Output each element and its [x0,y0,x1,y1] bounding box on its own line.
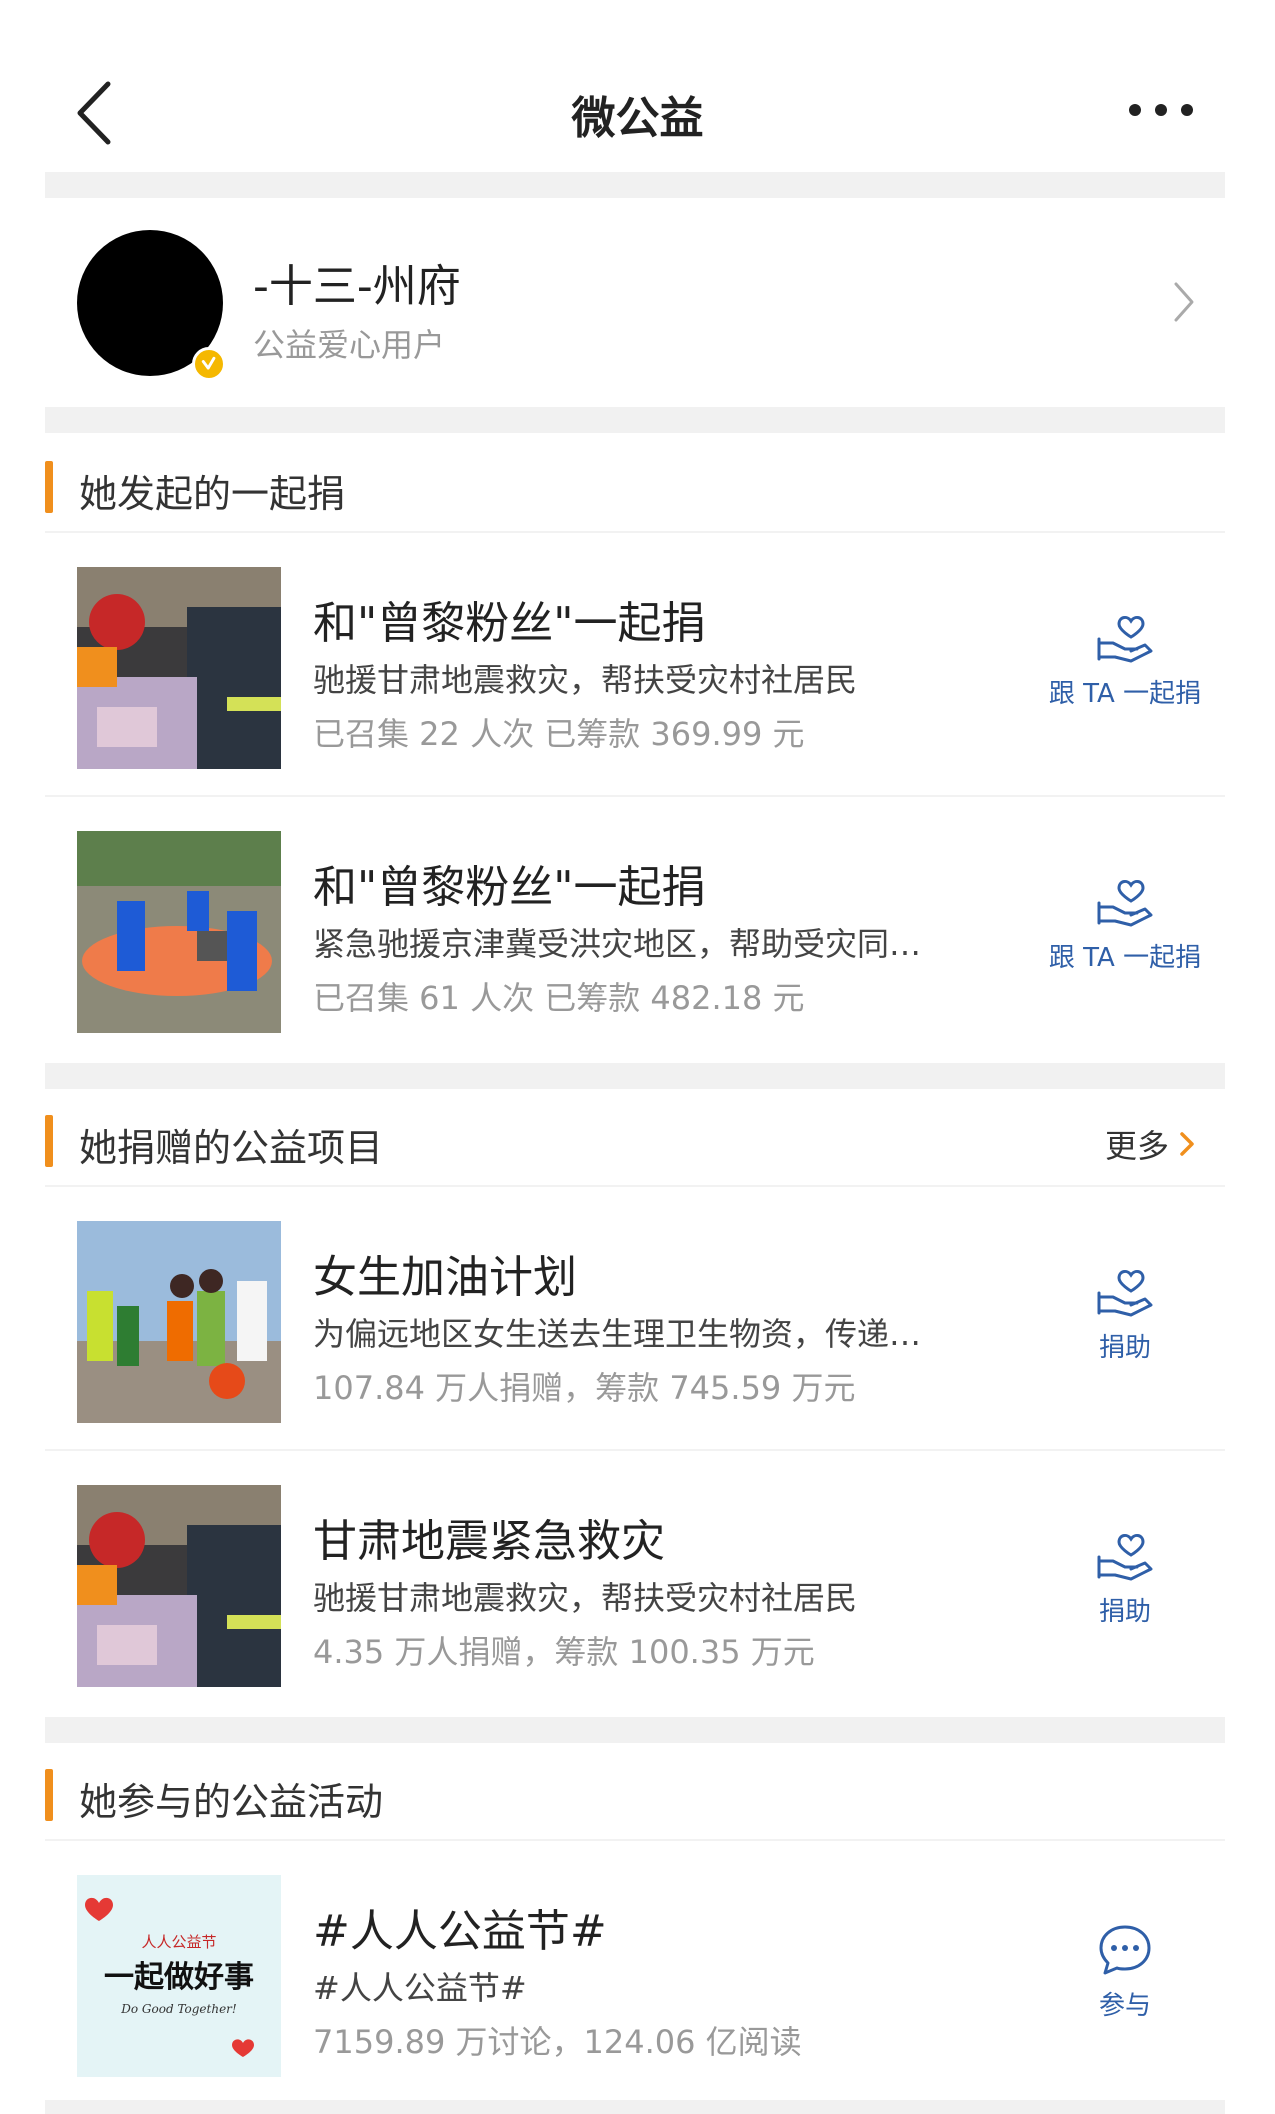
list-item[interactable]: 甘肃地震紧急救灾 驰援甘肃地震救灾，帮扶受灾村社居民 4.35 万人捐赠，筹款 … [45,1453,1225,1715]
svg-text:Do Good Together!: Do Good Together! [120,2002,237,2016]
item-stats: 7159.89 万讨论，124.06 亿阅读 [313,2023,802,2061]
section-divider [45,1717,1225,1743]
item-title: 甘肃地震紧急救灾 [313,1516,665,1567]
section-divider [45,407,1225,433]
heart-hand-icon [1097,879,1153,927]
section-header-donated: 她捐赠的公益项目 更多 [45,1091,1225,1187]
list-item[interactable]: 女生加油计划 为偏远地区女生送去生理卫生物资，传递… 107.84 万人捐赠，筹… [45,1189,1225,1451]
project-thumbnail [77,831,281,1033]
action-label: 捐助 [1098,1333,1151,1363]
profile-name: -十三-州府 [253,261,461,312]
section-title: 她参与的公益活动 [79,1780,384,1824]
chat-bubble-icon [1099,1925,1151,1975]
list-item[interactable]: 人人公益节 一起做好事 Do Good Together! #人人公益节# #人… [45,1843,1225,2105]
section-divider [45,172,1225,198]
action-label: 参与 [1098,1991,1151,2021]
verified-badge-icon [192,347,226,381]
chevron-right-icon [1174,282,1194,322]
item-subtitle: 驰援甘肃地震救灾，帮扶受灾村社居民 [313,1579,858,1617]
project-thumbnail [77,1485,281,1687]
donate-together-button[interactable]: 跟 TA 一起捐 [1045,615,1205,735]
item-stats: 已召集 61 人次 已筹款 482.18 元 [313,979,805,1017]
heart-hand-icon [1097,1533,1153,1581]
list-item[interactable]: 和"曾黎粉丝"一起捐 驰援甘肃地震救灾，帮扶受灾村社居民 已召集 22 人次 已… [45,535,1225,797]
heart-hand-icon [1097,615,1153,663]
section-divider [45,2100,1225,2114]
project-thumbnail [77,567,281,769]
nav-bar: 微公益 [0,0,1275,170]
item-subtitle: 为偏远地区女生送去生理卫生物资，传递… [313,1315,922,1353]
donate-together-button[interactable]: 跟 TA 一起捐 [1045,879,1205,999]
list-item[interactable]: 和"曾黎粉丝"一起捐 紧急驰援京津冀受洪灾地区，帮助受灾同… 已召集 61 人次… [45,799,1225,1061]
item-stats: 4.35 万人捐赠，筹款 100.35 万元 [313,1633,815,1671]
item-subtitle: 紧急驰援京津冀受洪灾地区，帮助受灾同… [313,925,922,963]
chevron-right-icon [1180,1132,1194,1156]
section-accent-bar [45,1115,53,1167]
section-title: 她发起的一起捐 [79,472,346,516]
item-stats: 107.84 万人捐赠，筹款 745.59 万元 [313,1369,856,1407]
participate-button[interactable]: 参与 [1045,1923,1205,2043]
item-title: 女生加油计划 [313,1252,577,1303]
more-dots-icon[interactable] [1125,95,1197,125]
section-title: 她捐赠的公益项目 [79,1126,384,1170]
item-title: 和"曾黎粉丝"一起捐 [313,862,706,913]
item-subtitle: #人人公益节# [313,1969,527,2007]
item-title: #人人公益节# [313,1906,607,1957]
section-header-activities: 她参与的公益活动 [45,1745,1225,1841]
action-label: 捐助 [1098,1597,1151,1627]
profile-row[interactable]: -十三-州府 公益爱心用户 [45,200,1225,405]
page-title: 微公益 [571,93,704,144]
section-accent-bar [45,1769,53,1821]
item-stats: 已召集 22 人次 已筹款 369.99 元 [313,715,805,753]
project-thumbnail [77,1221,281,1423]
svg-text:人人公益节: 人人公益节 [141,1933,216,1951]
more-label: 更多 [1104,1127,1169,1165]
donate-button[interactable]: 捐助 [1045,1269,1205,1389]
section-header-launched: 她发起的一起捐 [45,437,1225,533]
heart-hand-icon [1097,1269,1153,1317]
item-subtitle: 驰援甘肃地震救灾，帮扶受灾村社居民 [313,661,858,699]
section-divider [45,1063,1225,1089]
donate-button[interactable]: 捐助 [1045,1533,1205,1653]
more-link[interactable]: 更多 [1105,1121,1195,1167]
action-label: 跟 TA 一起捐 [1048,679,1202,709]
svg-text:一起做好事: 一起做好事 [104,1960,254,1995]
section-accent-bar [45,461,53,513]
profile-role: 公益爱心用户 [253,326,446,364]
item-title: 和"曾黎粉丝"一起捐 [313,598,706,649]
action-label: 跟 TA 一起捐 [1048,943,1202,973]
event-logo: 人人公益节 一起做好事 Do Good Together! [77,1875,281,2077]
